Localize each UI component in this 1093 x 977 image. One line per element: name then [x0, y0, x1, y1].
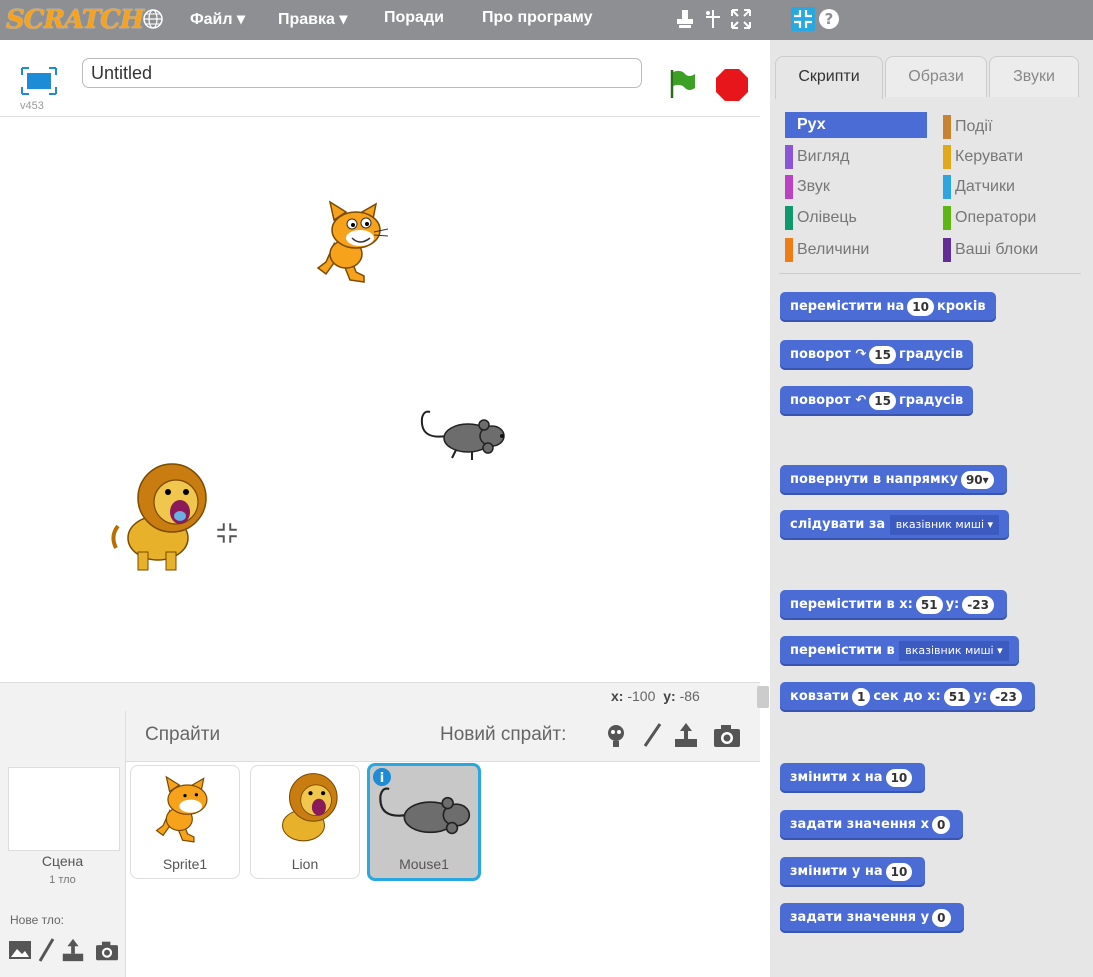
palette-divider — [779, 273, 1081, 274]
upload-icon[interactable] — [672, 721, 700, 749]
category-sound[interactable]: Звук — [785, 174, 927, 200]
category-looks[interactable]: Вигляд — [785, 144, 927, 170]
category-pen[interactable]: Олівець — [785, 205, 927, 231]
stage-thumbnail[interactable] — [8, 767, 120, 851]
green-flag-icon[interactable] — [668, 68, 696, 100]
paint-backdrop-icon[interactable] — [36, 937, 56, 963]
sprite-name: Mouse1 — [399, 856, 449, 872]
fullscreen-icon[interactable] — [21, 67, 57, 95]
stop-icon[interactable] — [714, 67, 750, 103]
mouse-sprite[interactable] — [416, 408, 512, 464]
block-set-x[interactable]: задати значення х0 — [780, 810, 964, 840]
mouse-coordinates-bar: x: -100 y: -86 — [0, 682, 760, 711]
mouse-thumbnail — [379, 787, 471, 835]
y-label: y: — [663, 688, 676, 704]
choose-sprite-library-icon[interactable] — [602, 721, 630, 749]
info-icon[interactable]: i — [372, 767, 392, 787]
menu-about[interactable]: Про програму — [482, 9, 593, 27]
block-point-towards[interactable]: слідувати за вказівник миші ▾ — [780, 510, 1010, 540]
rotate-left-icon: ↶ — [855, 393, 867, 408]
menu-edit[interactable]: Правка ▾ — [278, 9, 347, 29]
lion-sprite[interactable] — [108, 456, 218, 576]
svg-text:i: i — [380, 771, 384, 786]
menu-tips[interactable]: Поради — [384, 9, 444, 27]
sprite-tile-mouse1[interactable]: i Mouse1 — [367, 763, 481, 881]
shrink-icon[interactable] — [791, 7, 815, 31]
block-glide[interactable]: ковзати 1 сек до x: 51 y: -23 — [780, 682, 1035, 712]
block-turn-left[interactable]: поворот ↶ 15 градусів — [780, 386, 974, 416]
new-backdrop-label: Нове тло: — [10, 913, 64, 927]
paint-brush-icon[interactable] — [640, 721, 664, 749]
block-goto[interactable]: перемістити в вказівник миші ▾ — [780, 636, 1019, 666]
sprite-name: Lion — [291, 856, 319, 872]
block-change-y[interactable]: змінити у на 10 — [780, 857, 926, 887]
tab-costumes[interactable]: Образи — [885, 56, 987, 97]
block-point-direction[interactable]: повернути в напрямку 90▾ — [780, 465, 1007, 495]
category-events[interactable]: Події — [943, 114, 1075, 140]
sprite-tile-sprite1[interactable]: Sprite1 — [130, 765, 240, 879]
duplicate-stamp-icon[interactable] — [673, 7, 697, 31]
sprite-name: Sprite1 — [162, 856, 208, 872]
project-title-input[interactable] — [82, 58, 642, 88]
block-goto-xy[interactable]: перемістити в x: 51 y: -23 — [780, 590, 1007, 620]
y-value: -86 — [679, 688, 700, 704]
block-move-steps[interactable]: перемістити на 10 кроків — [780, 292, 996, 322]
grow-icon[interactable] — [729, 7, 753, 31]
sprites-title: Спрайти — [145, 724, 221, 745]
category-operators[interactable]: Оператори — [943, 205, 1085, 231]
x-value: -100 — [627, 688, 656, 704]
scratch-logo[interactable]: SCRATCH — [6, 5, 144, 35]
menu-file[interactable]: Файл ▾ — [190, 9, 245, 29]
category-control[interactable]: Керувати — [943, 144, 1075, 170]
backdrop-library-icon[interactable] — [8, 939, 32, 961]
sprite-tile-lion[interactable]: Lion — [250, 765, 360, 879]
tab-scripts[interactable]: Скрипти — [775, 56, 883, 99]
camera-icon[interactable] — [712, 723, 742, 749]
x-label: x: — [611, 688, 624, 704]
category-sensing[interactable]: Датчики — [943, 174, 1075, 200]
cut-scissors-icon[interactable] — [701, 7, 725, 31]
svg-text:?: ? — [825, 10, 834, 28]
tab-sounds[interactable]: Звуки — [989, 56, 1079, 97]
block-change-x[interactable]: змінити х на 10 — [780, 763, 926, 793]
stage-label: Сцена — [41, 853, 84, 869]
block-set-y[interactable]: задати значення у0 — [780, 903, 964, 933]
cat-thumbnail — [155, 775, 208, 843]
category-motion[interactable]: Рух — [785, 112, 927, 138]
shrink-cursor-icon — [217, 523, 237, 543]
category-my-blocks[interactable]: Ваші блоки — [943, 237, 1085, 263]
help-icon[interactable]: ? — [817, 7, 841, 31]
rotate-right-icon: ↷ — [855, 347, 867, 362]
cat-sprite[interactable] — [312, 196, 394, 292]
collapse-stage-handle[interactable] — [757, 686, 769, 708]
camera-backdrop-icon[interactable] — [94, 940, 120, 962]
menu-bar: SCRATCH Файл ▾ Правка ▾ Поради Про прогр… — [0, 0, 1093, 40]
lion-thumbnail — [281, 773, 338, 842]
upload-backdrop-icon[interactable] — [60, 937, 86, 963]
block-turn-right[interactable]: поворот ↷ 15 градусів — [780, 340, 974, 370]
version-label: v453 — [20, 100, 44, 112]
language-globe-icon[interactable] — [142, 8, 164, 30]
category-variables[interactable]: Величини — [785, 237, 927, 263]
new-sprite-label: Новий спрайт: — [440, 724, 567, 745]
stage-backdrop-count: 1 тло — [49, 874, 76, 886]
stage-thumbnail-column: Сцена 1 тло Нове тло: — [0, 711, 126, 977]
